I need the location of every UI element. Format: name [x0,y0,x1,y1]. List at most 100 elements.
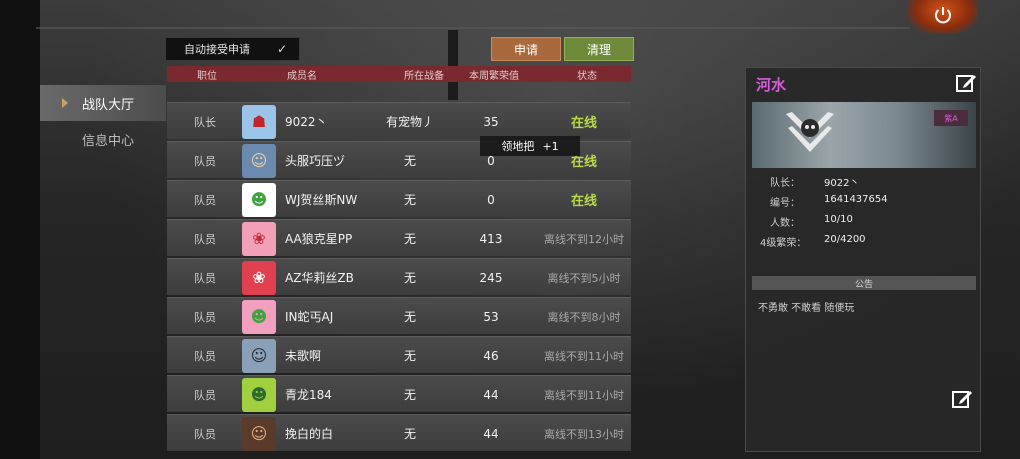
team-name: 河水 [756,76,787,94]
info-key: 人数： [770,218,800,229]
table-row[interactable]: 队员 ☺ 未歌啊无 46 离线不到11小时 [167,336,631,373]
tooltip-label: 领地把 [501,140,535,153]
member-base: 无 [403,193,416,207]
member-role: 队长 [194,115,216,129]
member-status: 在线 [570,116,597,131]
sidebar-item-label: 战队大厅 [82,97,135,113]
member-status: 在线 [570,194,597,209]
member-score: 0 [487,192,495,207]
avatar-icon: ☻ [242,377,276,412]
edit-notice-icon[interactable] [951,388,973,410]
member-status: 离线不到12小时 [544,232,624,246]
avatar[interactable]: ☺ [241,142,277,179]
header-state: 状态 [577,70,597,82]
table-row[interactable]: 队员 ☺ 挽白的白无 44 离线不到13小时 [167,414,631,451]
notice-title: 公告 [752,276,976,290]
notice-text: 不勇敢 不敢看 随便玩 [758,303,855,314]
avatar[interactable]: ☗ [241,103,277,140]
member-role: 队员 [194,193,216,207]
background-tree [0,0,40,459]
avatar[interactable]: ☻ [241,376,277,413]
table-row[interactable]: 队员 ☻ IN蛇丐AJ 无 53 离线不到8小时 [167,297,631,334]
info-key: 队长： [770,178,800,189]
top-divider [36,27,910,29]
info-value: 10/10 [824,214,853,225]
territory-tooltip: 领地把 +1 [480,136,580,156]
member-score: 413 [479,231,503,246]
team-banner: 紫A [752,102,976,168]
clean-button[interactable]: 清理 [564,37,634,61]
header-base: 所在战备 [404,70,444,82]
avatar-icon: ☗ [242,104,276,139]
background-pole [448,30,458,100]
table-header: 职位 成员名 所在战备 本周繁荣值 状态 [167,66,631,82]
header-score: 本周繁荣值 [469,70,519,82]
avatar[interactable]: ☻ [241,298,277,335]
sidebar-item-label: 信息中心 [82,133,135,149]
member-status: 离线不到5小时 [547,271,621,285]
power-icon [935,7,951,24]
avatar-icon: ☺ [242,338,276,373]
table-row[interactable]: 队员 ❀ AA狼克星PP 无 413 离线不到12小时 [167,219,631,256]
member-status: 离线不到11小时 [544,349,624,363]
info-key: 4级繁荣： [760,238,807,249]
info-row: 人数： 10/10 [746,214,982,234]
info-row: 编号： 1641437654 [746,194,982,214]
avatar[interactable]: ❀ [241,220,277,257]
member-score: 44 [483,426,499,441]
member-score: 245 [479,270,503,285]
member-role: 队员 [194,271,216,285]
avatar[interactable]: ☺ [241,337,277,374]
edit-icon[interactable] [955,72,977,94]
member-score: 46 [483,348,499,363]
avatar-icon: ☺ [242,416,276,451]
member-role: 队员 [194,349,216,363]
header-name: 成员名 [287,70,317,82]
member-base: 无 [403,271,416,285]
member-status: 离线不到8小时 [547,310,621,324]
active-arrow-icon [62,98,68,108]
table-row[interactable]: 队长 ☗ 9022丶 有宠物丿 35 在线 [167,102,631,139]
member-base: 无 [403,388,416,402]
info-key: 编号： [770,198,800,209]
info-row: 4级繁荣： 20/4200 [746,234,982,254]
avatar-icon: ❀ [242,260,276,295]
member-role: 队员 [194,427,216,441]
apply-button[interactable]: 申请 [491,37,561,61]
member-score: 35 [483,114,499,129]
header-role: 职位 [197,70,217,82]
member-role: 队员 [194,154,216,168]
avatar-icon: ☻ [242,299,276,334]
team-badge: 紫A [934,110,968,126]
skull-emblem-icon [786,112,834,152]
avatar[interactable]: ❀ [241,259,277,296]
table-row[interactable]: 队员 ☻ 青龙184 无 44 离线不到11小时 [167,375,631,412]
avatar-icon: ☻ [242,182,276,217]
info-value: 20/4200 [824,234,866,245]
avatar[interactable]: ☺ [241,415,277,452]
member-score: 53 [483,309,499,324]
checkmark-icon[interactable]: ✓ [275,42,289,56]
auto-accept-label: 自动接受申请 [184,43,250,56]
avatar-icon: ☺ [242,143,276,178]
member-base: 无 [403,310,416,324]
sidebar-item-team-hall[interactable]: 战队大厅 [40,85,166,121]
avatar[interactable]: ☻ [241,181,277,218]
member-base: 无 [403,232,416,246]
table-row[interactable]: 队员 ❀ AZ华莉丝ZB 无 245 离线不到5小时 [167,258,631,295]
info-value: 1641437654 [824,194,888,205]
sidebar-item-info-center[interactable]: 信息中心 [40,121,166,157]
member-base: 无 [403,427,416,441]
member-base: 有宠物丿 [385,115,434,129]
info-row: 队长： 9022丶 [746,174,982,194]
avatar-icon: ❀ [242,221,276,256]
member-status: 离线不到13小时 [544,427,624,441]
tooltip-value: +1 [542,139,559,153]
table-row[interactable]: 队员 ☻ WJ贺丝斯NW 无 0 在线 [167,180,631,217]
member-status: 离线不到11小时 [544,388,624,402]
info-value: 9022丶 [824,178,860,189]
power-button[interactable] [908,0,978,34]
member-score: 44 [483,387,499,402]
auto-accept-toggle[interactable]: 自动接受申请 ✓ [165,37,300,61]
team-info: 队长： 9022丶 编号： 1641437654 人数： 10/10 4级繁荣：… [746,174,982,254]
